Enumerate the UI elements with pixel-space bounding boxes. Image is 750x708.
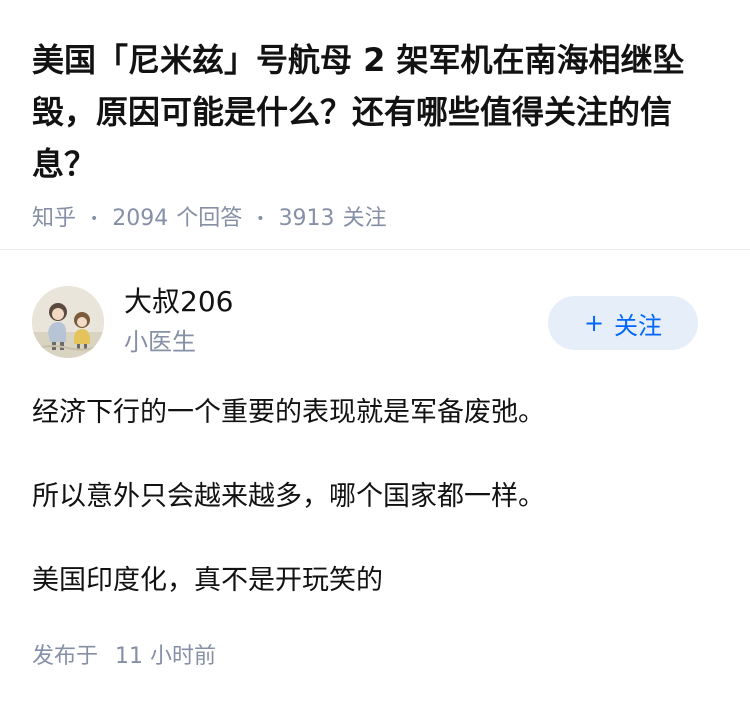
author-bio: 小医生 [124, 328, 196, 356]
answer-paragraph: 经济下行的一个重要的表现就是军备废弛。 [32, 397, 545, 428]
follow-button[interactable]: + 关注 [548, 296, 698, 350]
publish-time-value: 11 小时前 [115, 644, 217, 669]
follower-count: 3913 [278, 206, 335, 231]
question-title[interactable]: 美国「尼米兹」号航母 2 架军机在南海相继坠毁，原因可能是什么？还有哪些值得关注… [32, 34, 722, 190]
section-divider [0, 249, 750, 250]
author-name[interactable]: 大叔206 [124, 284, 233, 320]
separator-dot: • [256, 211, 265, 227]
plus-icon: + [583, 309, 605, 337]
follow-button-label: 关注 [614, 311, 663, 340]
answer-paragraph: 美国印度化，真不是开玩笑的 [32, 565, 383, 596]
author-row: 大叔206 小医生 + 关注 [32, 284, 722, 358]
avatar-illustration-icon [32, 286, 104, 358]
answer-content: 经济下行的一个重要的表现就是军备废弛。 所以意外只会越来越多，哪个国家都一样。 … [32, 392, 722, 602]
question-header: 美国「尼米兹」号航母 2 架军机在南海相继坠毁，原因可能是什么？还有哪些值得关注… [32, 34, 722, 234]
publish-time-prefix: 发布于 [32, 644, 99, 669]
answer-count: 2094 [112, 206, 169, 231]
separator-dot: • [90, 211, 99, 227]
publish-time: 发布于 11 小时前 [32, 642, 216, 672]
follower-count-label: 关注 [342, 206, 387, 231]
question-meta: 知乎 • 2094 个回答 • 3913 关注 [32, 204, 722, 234]
source-label[interactable]: 知乎 [32, 204, 76, 234]
answer-paragraph: 所以意外只会越来越多，哪个国家都一样。 [32, 481, 545, 512]
avatar[interactable] [32, 286, 104, 358]
answer-count-label: 个回答 [176, 206, 243, 231]
